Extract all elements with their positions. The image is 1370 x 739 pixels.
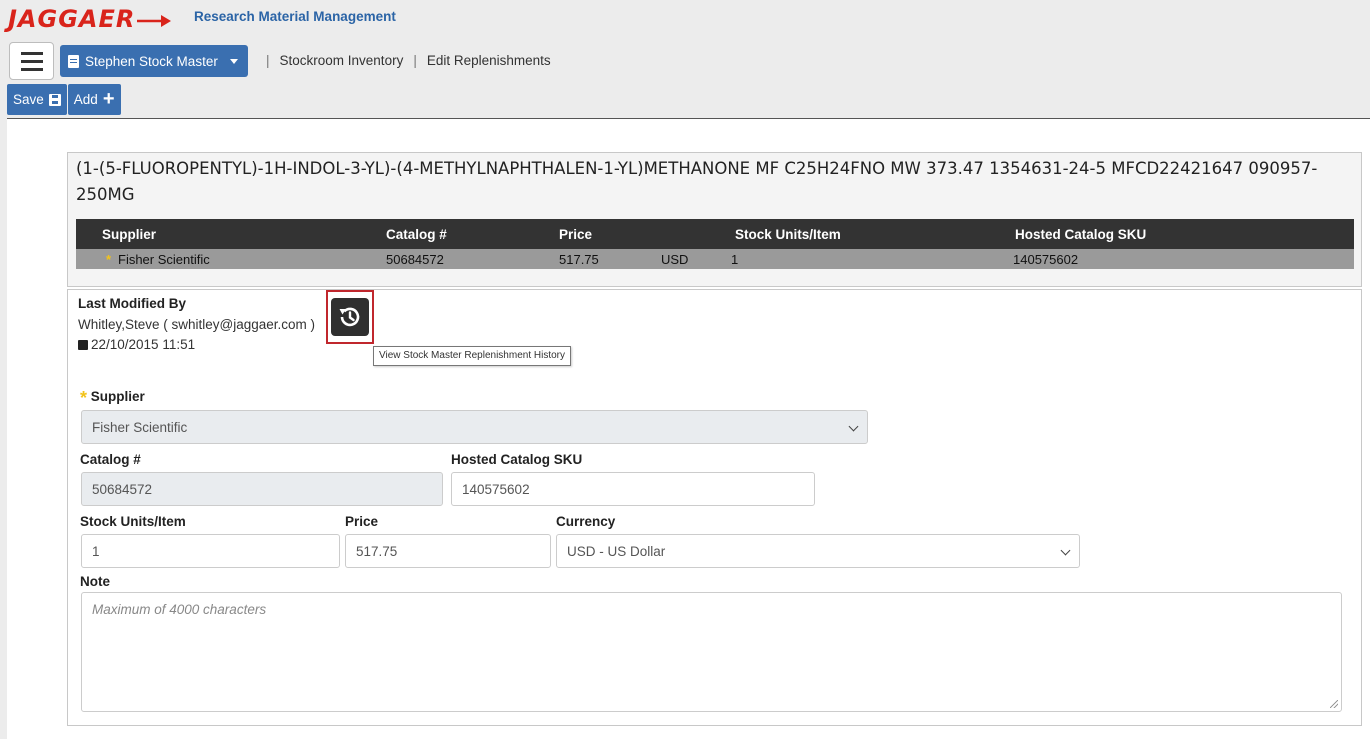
save-label: Save bbox=[13, 92, 44, 107]
menu-icon-bar bbox=[20, 51, 43, 55]
app-header: JAGGAER Research Material Management Ste… bbox=[0, 0, 1370, 118]
note-placeholder: Maximum of 4000 characters bbox=[92, 602, 267, 617]
menu-icon-bar bbox=[20, 67, 43, 71]
history-button[interactable] bbox=[326, 290, 374, 344]
stock-master-label: Stephen Stock Master bbox=[85, 53, 218, 69]
stock-units-value: 1 bbox=[92, 543, 100, 559]
product-title: (1-(5-FLUOROPENTYL)-1H-INDOL-3-YL)-(4-ME… bbox=[76, 159, 1318, 204]
price-value: 517.75 bbox=[356, 543, 398, 559]
cell-sku: 140575602 bbox=[1013, 251, 1079, 267]
cell-catalog: 50684572 bbox=[386, 251, 444, 267]
history-tooltip: View Stock Master Replenishment History bbox=[373, 346, 571, 366]
grid-header: Supplier Catalog # Price Stock Units/Ite… bbox=[76, 219, 1354, 249]
history-icon bbox=[339, 307, 360, 327]
price-field[interactable]: 517.75 bbox=[345, 534, 551, 568]
last-modified-by: Whitley,Steve ( swhitley@jaggaer.com ) bbox=[78, 317, 316, 332]
cell-supplier: Fisher Scientific bbox=[118, 251, 210, 267]
breadcrumb-separator: | bbox=[413, 53, 417, 68]
supplier-select[interactable]: Fisher Scientific bbox=[81, 410, 868, 444]
document-icon bbox=[68, 54, 79, 68]
col-catalog[interactable]: Catalog # bbox=[386, 227, 447, 242]
catalog-field[interactable]: 50684572 bbox=[81, 472, 443, 506]
calendar-icon bbox=[78, 340, 88, 350]
last-modified-label: Last Modified By bbox=[78, 296, 187, 311]
replenishment-form: Last Modified By Whitley,Steve ( swhitle… bbox=[67, 289, 1362, 726]
col-stock-units[interactable]: Stock Units/Item bbox=[735, 227, 841, 242]
stock-units-field[interactable]: 1 bbox=[81, 534, 340, 568]
last-modified-date: 22/10/2015 11:51 bbox=[91, 337, 196, 352]
app-title: Research Material Management bbox=[194, 9, 396, 24]
breadcrumb-stockroom-inventory[interactable]: Stockroom Inventory bbox=[280, 53, 404, 68]
required-star-icon: * bbox=[106, 251, 112, 267]
resize-handle-icon[interactable] bbox=[1330, 700, 1338, 708]
required-star-icon: * bbox=[80, 388, 88, 408]
plus-icon: + bbox=[102, 87, 115, 110]
logo-wordmark: JAGGAER bbox=[8, 5, 136, 33]
chevron-down-icon bbox=[1060, 545, 1071, 556]
logo-arrow-icon bbox=[137, 15, 172, 27]
supplier-label: Supplier bbox=[90, 389, 145, 404]
caret-down-icon bbox=[229, 58, 238, 64]
currency-value: USD - US Dollar bbox=[567, 543, 666, 559]
currency-select[interactable]: USD - US Dollar bbox=[556, 534, 1080, 568]
note-label: Note bbox=[80, 574, 110, 589]
cell-price: 517.75 bbox=[559, 251, 599, 267]
chevron-down-icon bbox=[848, 421, 859, 432]
sku-field[interactable]: 140575602 bbox=[451, 472, 815, 506]
menu-icon-bar bbox=[20, 59, 43, 63]
toolbar: Save Add + bbox=[7, 84, 121, 115]
breadcrumb-separator: | bbox=[266, 53, 270, 68]
menu-button[interactable] bbox=[9, 42, 54, 80]
supplier-select-value: Fisher Scientific bbox=[92, 419, 188, 435]
catalog-field-value: 50684572 bbox=[92, 481, 153, 497]
price-label: Price bbox=[345, 514, 379, 529]
catalog-label: Catalog # bbox=[80, 452, 141, 467]
add-label: Add bbox=[73, 92, 98, 107]
note-textarea[interactable]: Maximum of 4000 characters bbox=[81, 592, 1342, 712]
floppy-disk-icon bbox=[48, 93, 61, 106]
sku-label: Hosted Catalog SKU bbox=[451, 452, 583, 467]
currency-label: Currency bbox=[556, 514, 616, 529]
jaggaer-logo[interactable]: JAGGAER bbox=[8, 5, 172, 33]
last-modified-date-row: 22/10/2015 11:51 bbox=[78, 337, 195, 352]
breadcrumb-edit-replenishments: Edit Replenishments bbox=[426, 53, 551, 68]
cell-stock-units: 1 bbox=[731, 251, 739, 267]
main-content: (1-(5-FLUOROPENTYL)-1H-INDOL-3-YL)-(4-ME… bbox=[7, 119, 1370, 739]
col-supplier[interactable]: Supplier bbox=[102, 227, 156, 242]
sku-field-value: 140575602 bbox=[462, 481, 530, 497]
breadcrumb: | Stockroom Inventory | Edit Replenishme… bbox=[256, 53, 551, 68]
stock-units-label: Stock Units/Item bbox=[80, 514, 186, 529]
save-button[interactable]: Save bbox=[7, 84, 67, 115]
table-row[interactable]: * Fisher Scientific 50684572 517.75 USD … bbox=[76, 249, 1354, 269]
stock-master-dropdown[interactable]: Stephen Stock Master bbox=[60, 45, 248, 77]
history-icon-box bbox=[331, 298, 369, 336]
supplier-grid: Supplier Catalog # Price Stock Units/Ite… bbox=[76, 219, 1354, 269]
col-hosted-sku[interactable]: Hosted Catalog SKU bbox=[1015, 227, 1146, 242]
col-price[interactable]: Price bbox=[559, 227, 592, 242]
supplier-label-row: * Supplier bbox=[80, 388, 145, 409]
cell-currency: USD bbox=[661, 251, 689, 267]
product-panel: (1-(5-FLUOROPENTYL)-1H-INDOL-3-YL)-(4-ME… bbox=[67, 152, 1362, 287]
add-button[interactable]: Add + bbox=[67, 84, 121, 115]
